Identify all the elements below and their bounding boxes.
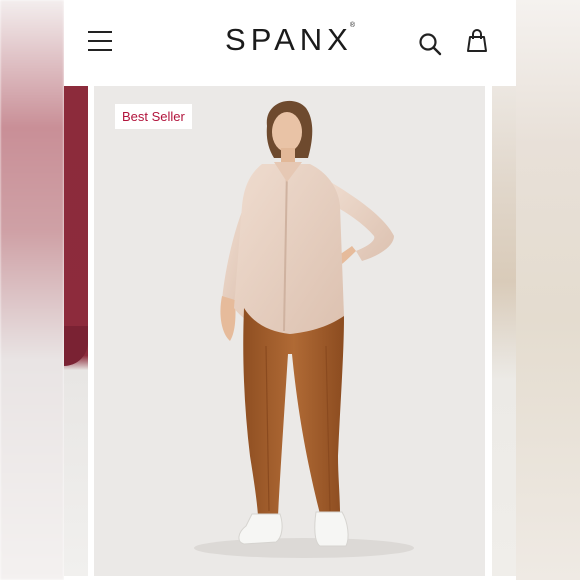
brand-logo[interactable]: SPANX® <box>64 22 516 58</box>
top-header: SPANX® <box>64 0 516 84</box>
app-frame: SPANX® Best Seller <box>64 0 516 580</box>
registered-mark: ® <box>349 22 355 29</box>
model-photo <box>194 100 414 558</box>
best-seller-badge: Best Seller <box>115 104 192 129</box>
brand-name: SPANX <box>225 22 353 57</box>
shopping-bag-icon[interactable] <box>464 28 490 54</box>
previous-slide-peek[interactable] <box>64 86 88 576</box>
previous-slide-shape <box>64 326 88 366</box>
search-icon[interactable] <box>418 32 442 56</box>
blurred-right-background <box>516 0 580 580</box>
product-image[interactable]: Best Seller <box>94 86 485 576</box>
product-image-carousel[interactable]: Best Seller <box>64 86 516 580</box>
next-slide-peek[interactable] <box>492 86 516 576</box>
blurred-left-background <box>0 0 64 580</box>
